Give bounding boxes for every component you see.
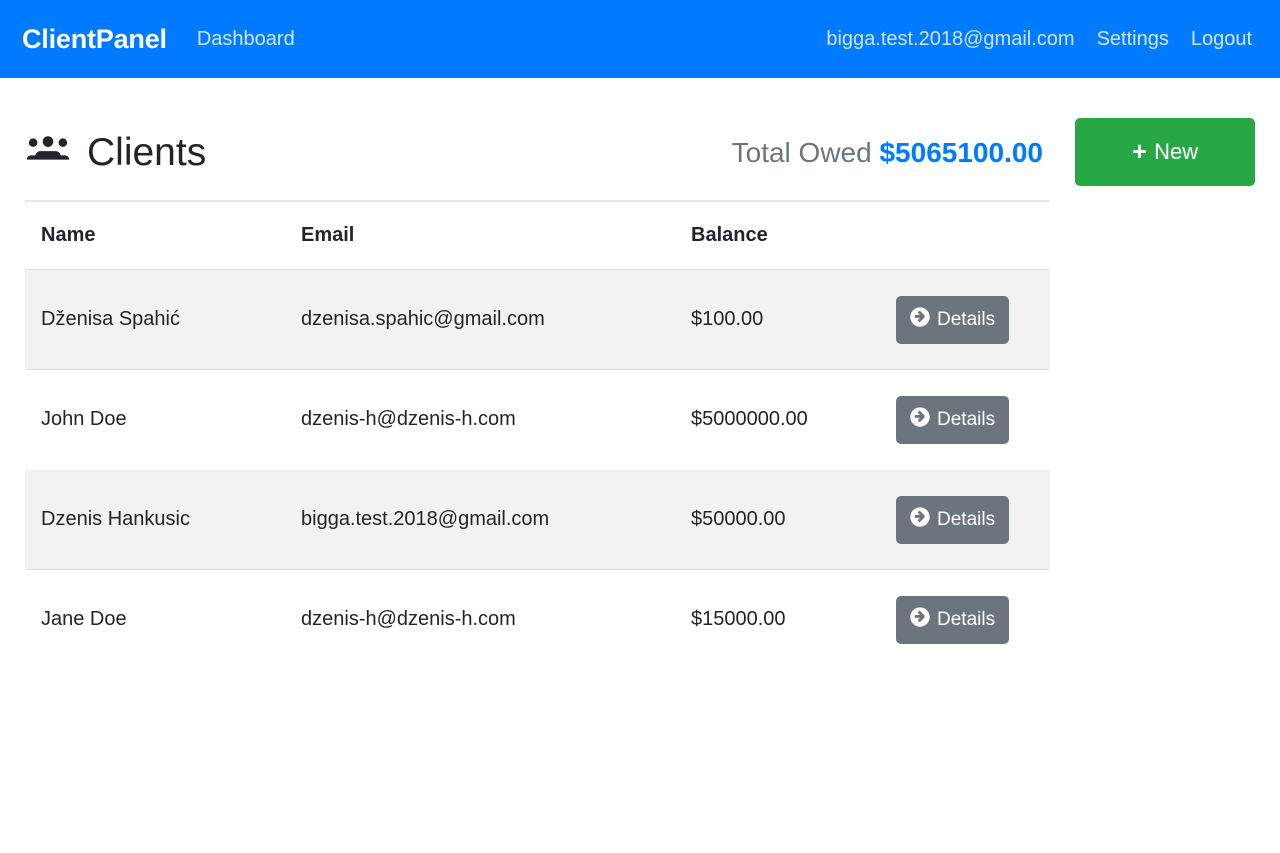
details-button-label: Details <box>937 608 996 630</box>
details-button-label: Details <box>937 308 996 330</box>
arrow-circle-right-icon <box>910 306 930 333</box>
column-header-name: Name <box>25 202 285 270</box>
cell-name: John Doe <box>25 369 285 470</box>
nav-link-settings[interactable]: Settings <box>1097 28 1169 51</box>
clients-table: Name Email Balance Dženisa Spahić dzenis… <box>25 202 1050 670</box>
page-title-text: Clients <box>87 130 207 174</box>
brand-logo[interactable]: ClientPanel <box>22 24 167 55</box>
clients-table-head: Name Email Balance <box>25 202 1050 270</box>
navbar-user-email: bigga.test.2018@gmail.com <box>826 27 1075 50</box>
table-row: John Doe dzenis-h@dzenis-h.com $5000000.… <box>25 369 1050 470</box>
cell-email: dzenisa.spahic@gmail.com <box>285 269 675 370</box>
cell-name: Dženisa Spahić <box>25 269 285 370</box>
column-header-email: Email <box>285 202 675 270</box>
new-client-button-label: New <box>1154 139 1199 164</box>
cell-name: Dzenis Hankusic <box>25 469 285 570</box>
cell-actions: Details <box>880 569 1050 670</box>
page-header-actions: Total Owed $5065100.00 + New <box>732 118 1255 186</box>
cell-actions: Details <box>880 269 1050 370</box>
clients-table-body: Dženisa Spahić dzenisa.spahic@gmail.com … <box>25 269 1050 670</box>
table-row: Dženisa Spahić dzenisa.spahic@gmail.com … <box>25 269 1050 370</box>
cell-balance: $15000.00 <box>675 569 880 670</box>
details-button[interactable]: Details <box>896 295 1010 344</box>
details-button[interactable]: Details <box>896 595 1010 644</box>
total-owed-label: Total Owed <box>731 137 872 168</box>
details-button-label: Details <box>937 508 996 530</box>
top-navbar: ClientPanel Dashboard bigga.test.2018@gm… <box>0 0 1280 78</box>
cell-actions: Details <box>880 469 1050 570</box>
column-header-balance: Balance <box>675 202 880 270</box>
details-button-label: Details <box>937 408 996 430</box>
cell-email: dzenis-h@dzenis-h.com <box>285 369 675 470</box>
total-owed: Total Owed $5065100.00 <box>732 135 1043 169</box>
table-row: Dzenis Hankusic bigga.test.2018@gmail.co… <box>25 469 1050 570</box>
page-title: Clients <box>25 132 206 173</box>
arrow-circle-right-icon <box>910 606 930 633</box>
page-container: Clients Total Owed $5065100.00 + New Nam… <box>0 78 1280 670</box>
new-client-button[interactable]: + New <box>1075 118 1255 186</box>
cell-actions: Details <box>880 369 1050 470</box>
cell-email: dzenis-h@dzenis-h.com <box>285 569 675 670</box>
nav-link-dashboard[interactable]: Dashboard <box>197 28 295 51</box>
cell-email: bigga.test.2018@gmail.com <box>285 469 675 570</box>
navbar-left-group: ClientPanel Dashboard <box>22 24 295 55</box>
table-header-row: Name Email Balance <box>25 202 1050 270</box>
cell-balance: $5000000.00 <box>675 369 880 470</box>
arrow-circle-right-icon <box>910 506 930 533</box>
total-owed-amount: $5065100.00 <box>879 137 1043 168</box>
column-header-actions <box>880 202 1050 270</box>
details-button[interactable]: Details <box>896 395 1010 444</box>
cell-balance: $50000.00 <box>675 469 880 570</box>
cell-balance: $100.00 <box>675 269 880 370</box>
plus-icon: + <box>1131 136 1148 166</box>
navbar-right-group: bigga.test.2018@gmail.com Settings Logou… <box>826 28 1252 51</box>
details-button[interactable]: Details <box>896 495 1010 544</box>
nav-link-logout[interactable]: Logout <box>1191 28 1252 51</box>
page-header: Clients Total Owed $5065100.00 + New <box>25 78 1255 200</box>
cell-name: Jane Doe <box>25 569 285 670</box>
table-row: Jane Doe dzenis-h@dzenis-h.com $15000.00… <box>25 569 1050 670</box>
users-icon <box>25 132 71 173</box>
arrow-circle-right-icon <box>910 406 930 433</box>
